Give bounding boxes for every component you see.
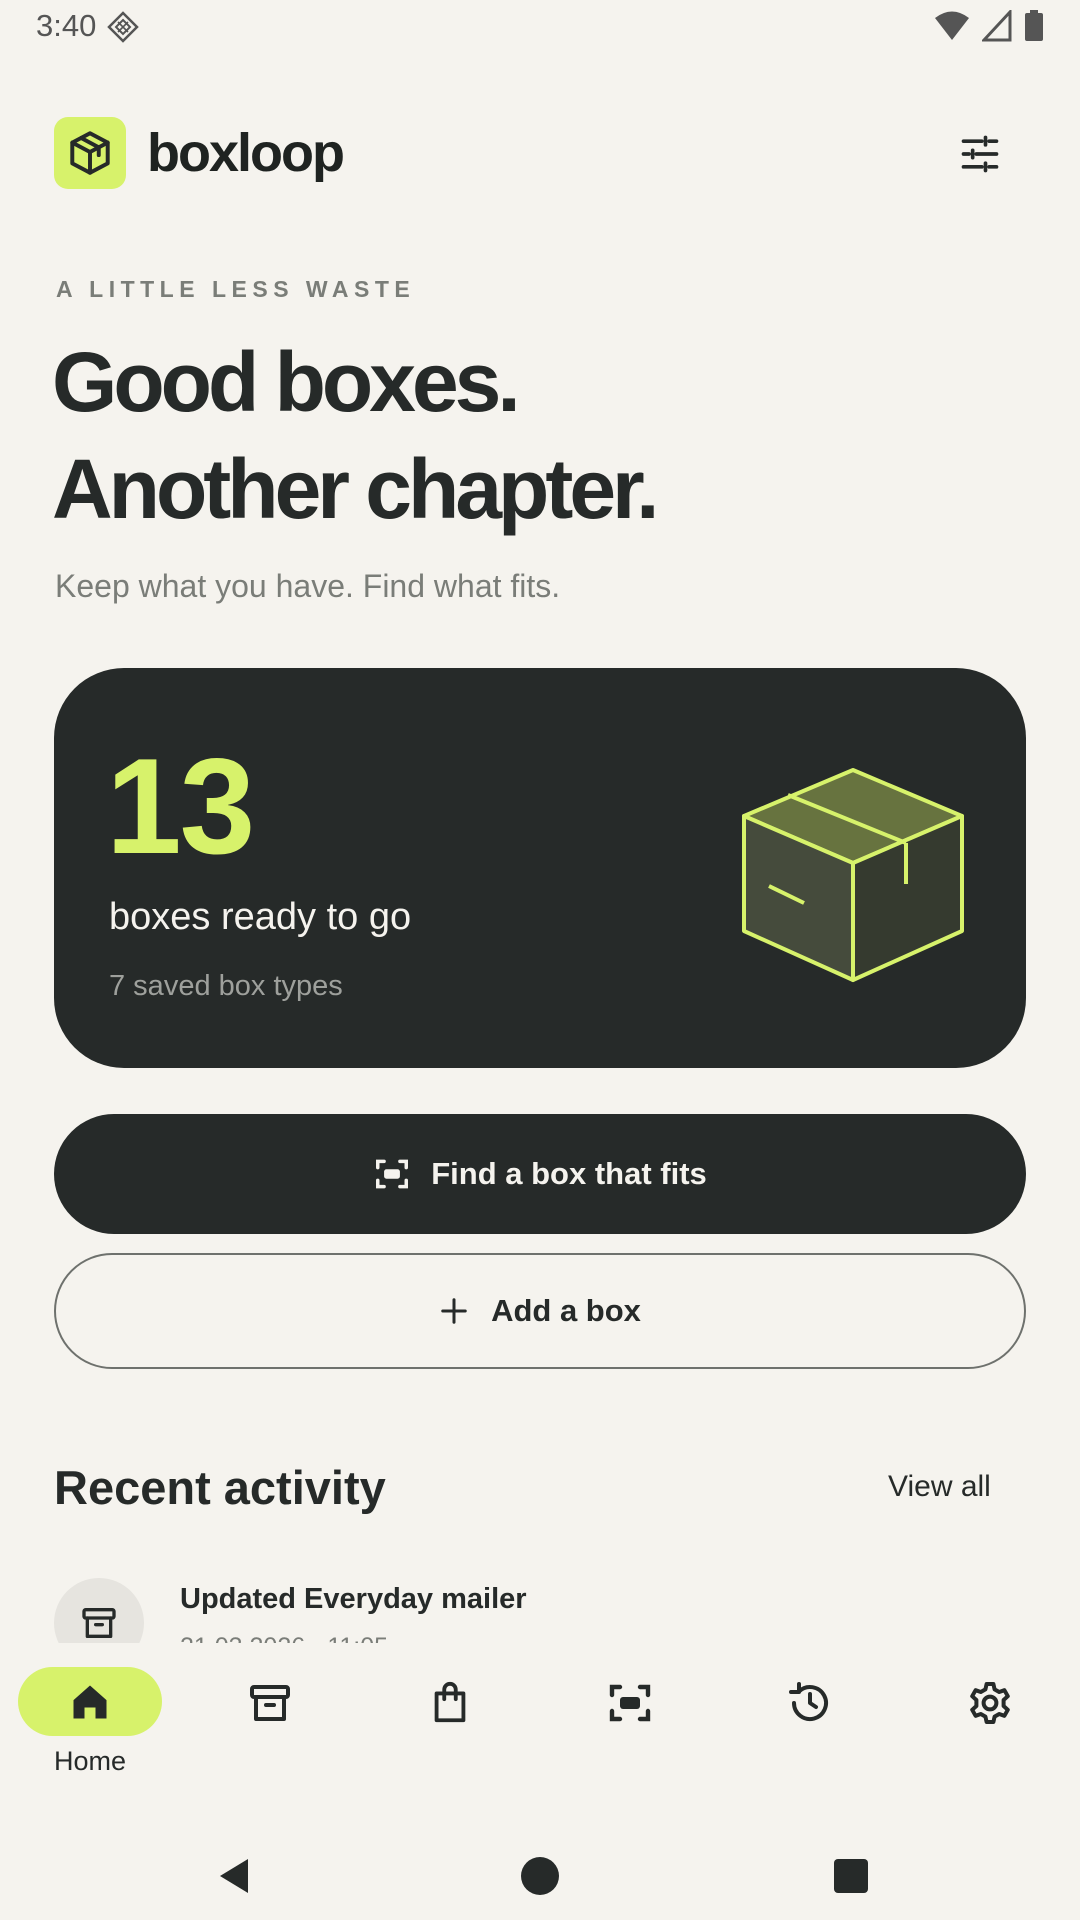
- shopping-bag-icon: [434, 1681, 466, 1723]
- activity-item[interactable]: Updated Everyday mailer 21.03.2026 · 11:…: [0, 1575, 1080, 1643]
- package-icon: [70, 131, 110, 175]
- nav-shop-indicator: [378, 1667, 522, 1739]
- tagline: Keep what you have. Find what fits.: [55, 568, 561, 604]
- nav-settings[interactable]: [920, 1667, 1060, 1777]
- wifi-icon: [935, 11, 969, 40]
- history-icon: [789, 1682, 828, 1721]
- sliders-icon: [961, 135, 999, 173]
- app-logo: [54, 117, 126, 189]
- activity-icon: [54, 1578, 144, 1643]
- app-title: boxloop: [147, 123, 345, 183]
- recents-button[interactable]: [823, 1848, 879, 1904]
- square-icon: [834, 1859, 868, 1893]
- find-box-label: Find a box that fits: [431, 1156, 707, 1191]
- stats-card[interactable]: 13 boxes ready to go 7 saved box types: [54, 668, 1026, 1068]
- nav-boxes-indicator: [198, 1667, 342, 1739]
- back-icon: [220, 1859, 248, 1893]
- headline-line-1: Good boxes.: [52, 335, 521, 429]
- home-system-button[interactable]: [512, 1848, 568, 1904]
- view-all-link[interactable]: View all: [888, 1470, 991, 1504]
- nav-history[interactable]: [740, 1667, 880, 1777]
- add-box-button[interactable]: Add a box: [54, 1253, 1026, 1369]
- screen: 3:40 boxloop A LITTLE LESS WASTE Good bo…: [0, 0, 1080, 1920]
- add-box-label: Add a box: [491, 1293, 641, 1328]
- nav-scan[interactable]: [560, 1667, 700, 1777]
- headline-line-2: Another chapter.: [52, 442, 659, 536]
- scan-icon: [609, 1684, 651, 1722]
- box-count-label: boxes ready to go: [109, 896, 412, 938]
- recent-activity-title: Recent activity: [54, 1461, 386, 1514]
- notification-icon: [107, 11, 139, 43]
- archive-icon: [82, 1608, 116, 1638]
- find-box-button[interactable]: Find a box that fits: [54, 1114, 1026, 1234]
- circle-icon: [521, 1857, 559, 1895]
- home-icon: [73, 1685, 107, 1718]
- bottom-nav: Home: [0, 1643, 1080, 1783]
- nav-home-label: Home: [53, 1746, 127, 1776]
- back-button[interactable]: [208, 1848, 264, 1904]
- eyebrow: A LITTLE LESS WASTE: [56, 276, 416, 302]
- nav-home[interactable]: Home: [18, 1667, 162, 1777]
- saved-box-types: 7 saved box types: [109, 970, 343, 1002]
- plus-icon: [441, 1298, 467, 1324]
- nav-boxes[interactable]: [200, 1667, 340, 1777]
- status-time: 3:40: [36, 8, 97, 43]
- filter-button[interactable]: [952, 126, 1008, 182]
- battery-icon: [1025, 10, 1043, 41]
- system-nav: [0, 1810, 1080, 1920]
- activity-title: Updated Everyday mailer: [180, 1583, 527, 1615]
- nav-settings-indicator: [918, 1667, 1062, 1739]
- activity-time: 21.03.2026 · 11:05: [180, 1633, 388, 1643]
- status-bar: 3:40: [0, 0, 1080, 54]
- settings-icon: [970, 1682, 1010, 1724]
- signal-icon: [982, 10, 1012, 42]
- status-icons: [934, 10, 1044, 42]
- box-illustration-icon: [742, 768, 964, 982]
- nav-home-indicator: [18, 1667, 162, 1736]
- archive-icon: [250, 1685, 290, 1721]
- scan-icon: [376, 1159, 409, 1189]
- nav-shop[interactable]: [380, 1667, 520, 1777]
- nav-scan-indicator: [558, 1667, 702, 1739]
- box-count: 13: [106, 730, 255, 882]
- nav-history-indicator: [738, 1667, 882, 1739]
